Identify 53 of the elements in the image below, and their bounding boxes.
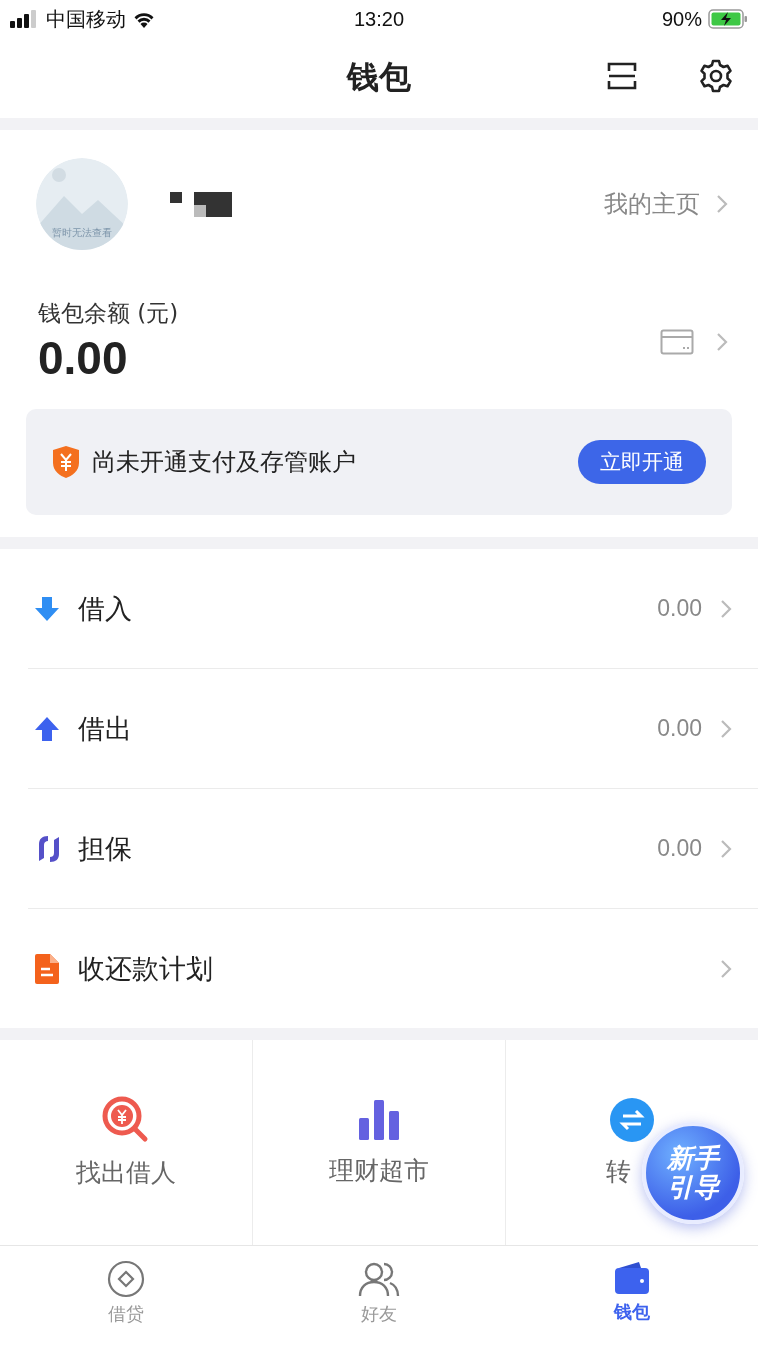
people-icon [358,1260,400,1298]
diamond-circle-icon [107,1260,146,1298]
balance-label: 钱包余额 (元) [38,299,179,328]
card-icon[interactable] [660,328,694,355]
chevron-icon[interactable] [716,331,728,352]
tab[interactable]: 钱包 [505,1246,758,1347]
row-label: 借入 [78,591,132,626]
list-row[interactable]: 收还款计划 [28,909,758,1028]
scan-icon[interactable] [606,60,638,92]
list-row[interactable]: 借入 0.00 [28,549,758,669]
battery-percentage: 90% [661,7,702,31]
notice-text: 尚未开通支付及存管账户 [92,447,356,478]
tile-label: 理财超市 [329,1155,429,1187]
row-label: 担保 [78,831,132,866]
document-icon [34,952,60,985]
chevron-icon [720,958,732,979]
avatar-caption: 暂时无法查看 [51,226,113,240]
tab[interactable]: 借贷 [0,1246,253,1347]
balance-amount: 0.00 [38,331,129,385]
tab[interactable]: 好友 [252,1246,506,1347]
guide-badge[interactable]: 新手 引导 [642,1122,744,1224]
page-title: 钱包 [347,57,411,98]
tile-label: 转 [605,1156,631,1188]
homepage-link[interactable]: 我的主页 [604,188,728,220]
arrow-down-icon [34,595,60,622]
transfer-icon [609,1097,655,1143]
shield-yuan-icon [52,445,80,479]
list-row[interactable]: 借出 0.00 [28,669,758,789]
row-value: 0.00 [657,835,702,862]
battery-charging-icon [708,9,748,29]
chevron-icon [720,838,732,859]
settings-icon[interactable] [698,58,734,94]
list-row[interactable]: 担保 0.00 [28,789,758,909]
row-label: 收还款计划 [78,951,213,986]
chevron-icon [720,598,732,619]
carrier-name: 中国移动 [46,6,126,32]
feature-tile[interactable]: 理财超市 [252,1040,505,1245]
status-time: 13:20 [353,7,405,31]
bar-chart-icon [357,1098,401,1142]
chevron-icon [720,718,732,739]
activate-button[interactable]: 立即开通 [578,440,706,484]
search-yuan-icon [102,1096,150,1144]
redacted-username [170,191,232,217]
wallet-icon [612,1260,651,1296]
chevron-icon [716,194,728,214]
wifi-icon [132,10,156,28]
feature-tile[interactable]: 找出借人 [0,1040,252,1245]
row-label: 借出 [78,711,132,746]
avatar[interactable] [36,158,128,250]
tile-label: 找出借人 [76,1157,176,1189]
row-value: 0.00 [657,715,702,742]
arrow-up-icon [34,715,60,742]
row-value: 0.00 [657,595,702,622]
